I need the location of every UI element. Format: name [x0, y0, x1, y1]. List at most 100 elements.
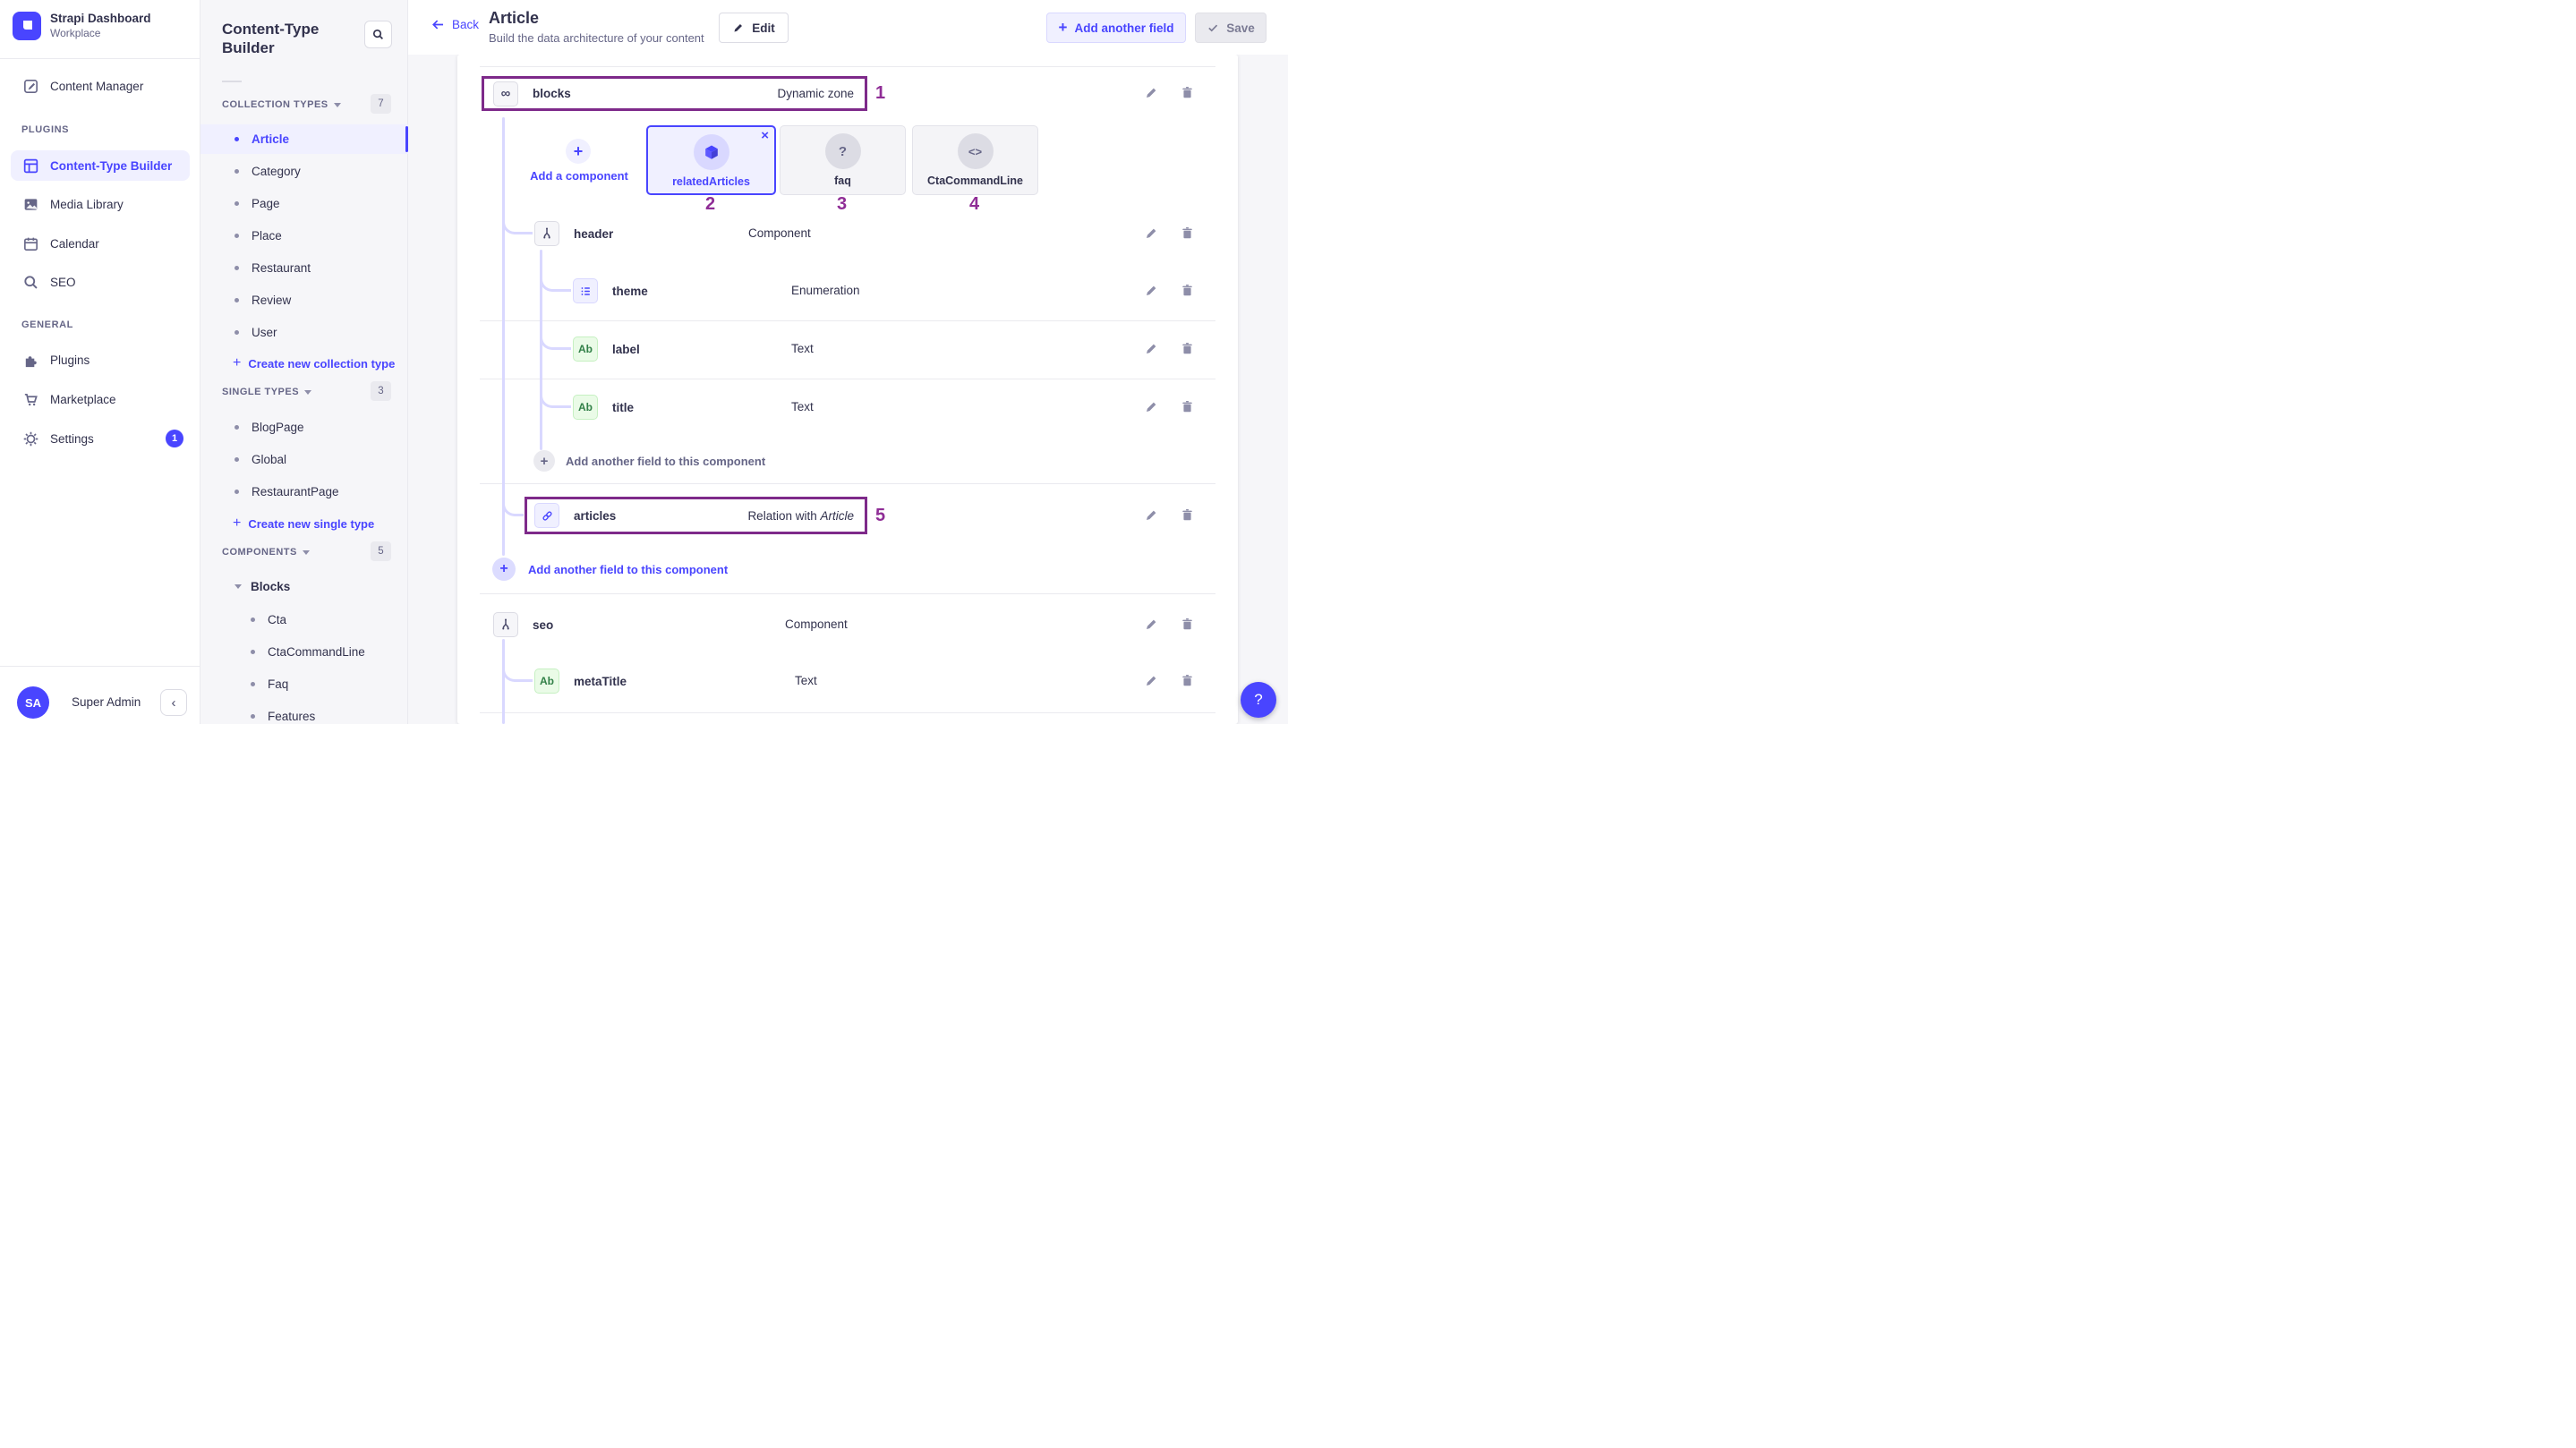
field-row-header: header	[534, 217, 613, 250]
settings-notification-badge: 1	[166, 430, 183, 447]
plus-icon: +	[233, 515, 241, 532]
subnav-item-restaurantpage[interactable]: RestaurantPage	[200, 477, 408, 507]
edit-field-button[interactable]	[1144, 399, 1159, 414]
add-field-to-component-label[interactable]: Add another field to this component	[528, 563, 728, 576]
components-heading[interactable]: COMPONENTS	[222, 547, 310, 558]
subnav-item-blogpage[interactable]: BlogPage	[200, 413, 408, 442]
add-another-field-button[interactable]: + Add another field	[1046, 13, 1186, 43]
edit-field-button[interactable]	[1144, 226, 1159, 241]
tree-connector-level1	[502, 117, 505, 556]
field-name: seo	[533, 618, 553, 632]
component-card-ctacommandline[interactable]: <> CtaCommandLine	[912, 125, 1038, 195]
user-divider	[0, 666, 200, 667]
field-name: articles	[574, 509, 616, 523]
sidebar-item-calendar[interactable]: Calendar	[11, 228, 190, 259]
add-field-to-component-button[interactable]: +	[492, 558, 516, 581]
subnav-item-review[interactable]: Review	[200, 285, 408, 315]
edit-field-button[interactable]	[1144, 617, 1159, 632]
edit-field-button[interactable]	[1144, 85, 1159, 100]
sidebar-item-label: Calendar	[50, 237, 99, 251]
search-icon	[371, 28, 385, 41]
add-field-to-component-button[interactable]: +	[533, 450, 555, 472]
delete-field-button[interactable]	[1180, 507, 1195, 523]
create-collection-type-link[interactable]: + Create new collection type	[233, 355, 395, 371]
component-icon	[493, 612, 518, 637]
tree-elbow-label	[540, 336, 571, 350]
edit-field-button[interactable]	[1144, 341, 1159, 356]
subnav-item-ctacommandline[interactable]: CtaCommandLine	[200, 637, 408, 667]
back-link[interactable]: Back	[431, 17, 479, 32]
subnav-item-page[interactable]: Page	[200, 189, 408, 218]
subnav-item-category[interactable]: Category	[200, 157, 408, 186]
chevron-down-icon	[334, 103, 341, 107]
delete-field-button[interactable]	[1180, 617, 1195, 632]
save-button[interactable]: Save	[1195, 13, 1267, 43]
row-actions	[1144, 507, 1195, 523]
subnav-item-article[interactable]: Article	[200, 124, 408, 154]
delete-field-button[interactable]	[1180, 673, 1195, 688]
row-actions	[1144, 399, 1195, 414]
subnav-item-global[interactable]: Global	[200, 445, 408, 474]
relation-target: Article	[820, 509, 854, 523]
sidebar-item-settings[interactable]: Settings	[11, 423, 190, 454]
cart-icon	[21, 390, 39, 408]
sidebar-item-media-library[interactable]: Media Library	[11, 189, 190, 219]
search-button[interactable]	[364, 21, 392, 48]
edit-button[interactable]: Edit	[719, 13, 789, 43]
subnav-item-restaurant[interactable]: Restaurant	[200, 253, 408, 283]
field-type: Text	[791, 400, 814, 413]
edit-field-button[interactable]	[1144, 507, 1159, 523]
field-type: Text	[791, 342, 814, 355]
delete-field-button[interactable]	[1180, 226, 1195, 241]
sidebar-item-content-manager[interactable]: Content Manager	[11, 71, 190, 101]
row-actions	[1144, 617, 1195, 632]
components-group-blocks[interactable]: Blocks	[235, 580, 290, 593]
sidebar-item-label: Settings	[50, 432, 94, 446]
sidebar-item-plugins[interactable]: Plugins	[11, 345, 190, 375]
add-field-to-component-label[interactable]: Add another field to this component	[566, 455, 765, 468]
annotation-box-articles: articles Relation with Article	[525, 497, 867, 534]
component-card-faq[interactable]: ? faq	[780, 125, 906, 195]
edit-field-button[interactable]	[1144, 283, 1159, 298]
delete-field-button[interactable]	[1180, 399, 1195, 414]
sidebar-item-marketplace[interactable]: Marketplace	[11, 384, 190, 414]
subnav-item-features[interactable]: Features	[200, 702, 408, 724]
subnav-item-user[interactable]: User	[200, 318, 408, 347]
bullet-icon	[235, 137, 239, 141]
sidebar-item-seo[interactable]: SEO	[11, 267, 190, 297]
annotation-box-blocks: ∞ blocks Dynamic zone	[482, 76, 867, 111]
row-actions	[1144, 673, 1195, 688]
single-types-heading[interactable]: SINGLE TYPES	[222, 387, 311, 397]
collection-types-heading[interactable]: COLLECTION TYPES	[222, 99, 341, 110]
sidebar-collapse-button[interactable]: ‹	[160, 689, 187, 716]
subnav-item-place[interactable]: Place	[200, 221, 408, 251]
tree-connector-seo	[502, 639, 505, 724]
create-single-type-link[interactable]: + Create new single type	[233, 515, 374, 532]
add-component-label[interactable]: Add a component	[511, 169, 647, 183]
subnav-item-cta[interactable]: Cta	[200, 605, 408, 635]
help-button[interactable]: ?	[1241, 682, 1276, 718]
field-type: Dynamic zone	[777, 87, 854, 100]
field-type: Enumeration	[791, 284, 860, 297]
row-divider	[480, 320, 1215, 321]
brand[interactable]: Strapi Dashboard Workplace	[13, 12, 151, 40]
add-component-button[interactable]: +	[566, 139, 591, 164]
strapi-logo-icon	[13, 12, 41, 40]
field-row-label: Ab label	[573, 333, 640, 365]
delete-field-button[interactable]	[1180, 341, 1195, 356]
component-card-relatedarticles[interactable]: × relatedArticles	[646, 125, 776, 195]
close-icon[interactable]: ×	[761, 128, 769, 143]
tree-elbow-metatitle	[502, 669, 533, 682]
content-manager-icon	[21, 77, 39, 95]
delete-field-button[interactable]	[1180, 283, 1195, 298]
bullet-icon	[235, 425, 239, 430]
subnav-item-faq[interactable]: Faq	[200, 669, 408, 699]
user-avatar[interactable]: SA	[17, 686, 49, 719]
edit-field-button[interactable]	[1144, 673, 1159, 688]
bullet-icon	[235, 266, 239, 270]
delete-field-button[interactable]	[1180, 85, 1195, 100]
tree-elbow-theme	[540, 278, 571, 292]
sidebar-item-content-type-builder[interactable]: Content-Type Builder	[11, 150, 190, 181]
tree-elbow-title	[540, 395, 571, 408]
bullet-icon	[235, 330, 239, 335]
